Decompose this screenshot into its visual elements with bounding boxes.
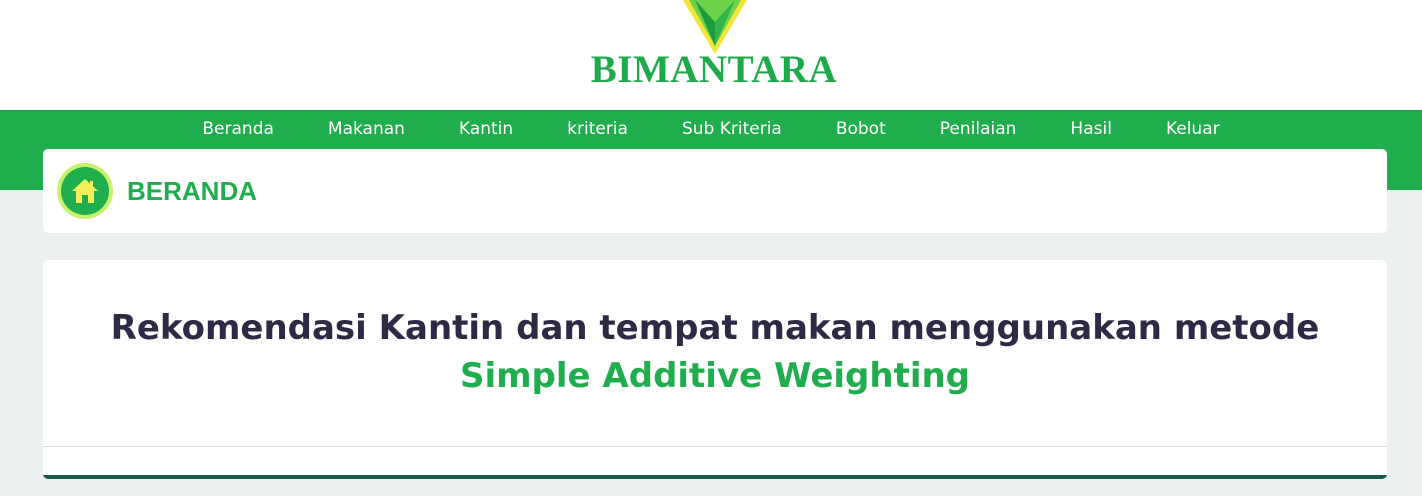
nav-item-kriteria[interactable]: kriteria [540, 110, 655, 149]
top-header: BIMANTARA [0, 0, 1422, 110]
welcome-heading-line2: Simple Additive Weighting [459, 356, 971, 396]
triangle-logo-icon [683, 0, 747, 54]
home-icon [72, 179, 98, 203]
brand-name: BIMANTARA [590, 48, 838, 91]
nav-item-beranda[interactable]: Beranda [175, 110, 301, 149]
nav-item-kantin[interactable]: Kantin [432, 110, 540, 149]
nav-item-makanan[interactable]: Makanan [301, 110, 432, 149]
welcome-heading: Rekomendasi Kantin dan tempat makan meng… [43, 304, 1387, 400]
nav-item-keluar[interactable]: Keluar [1139, 110, 1247, 149]
nav-menu: Beranda Makanan Kantin kriteria Sub Krit… [0, 110, 1422, 149]
brand-logo[interactable]: BIMANTARA [583, 0, 845, 92]
nav-item-bobot[interactable]: Bobot [809, 110, 913, 149]
nav-item-hasil[interactable]: Hasil [1043, 110, 1139, 149]
card-divider [43, 446, 1387, 447]
welcome-heading-line1: Rekomendasi Kantin dan tempat makan meng… [110, 308, 1320, 348]
page-title: BERANDA [127, 176, 257, 206]
card-footer-bar [43, 475, 1387, 479]
welcome-card: Rekomendasi Kantin dan tempat makan meng… [43, 260, 1387, 479]
home-badge [57, 163, 113, 219]
home-badge-inner [61, 167, 109, 215]
nav-item-sub-kriteria[interactable]: Sub Kriteria [655, 110, 809, 149]
nav-item-penilaian[interactable]: Penilaian [913, 110, 1044, 149]
page-header-card: BERANDA [43, 149, 1387, 233]
